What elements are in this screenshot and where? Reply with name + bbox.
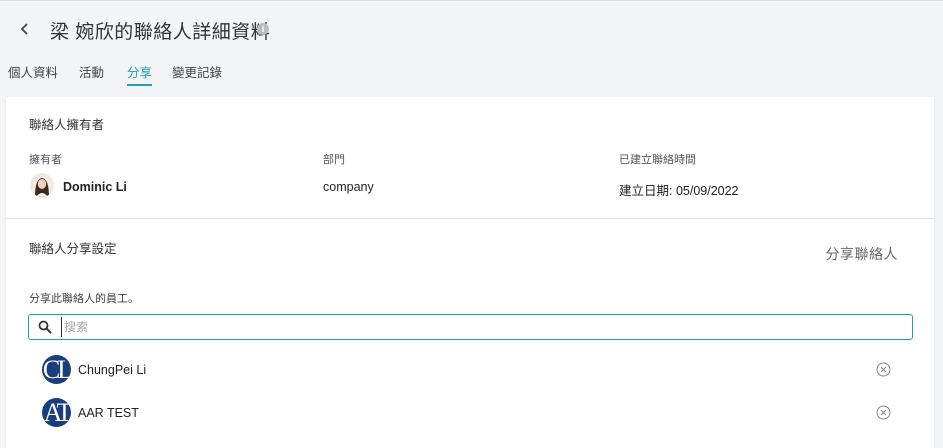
tab-activity[interactable]: 活動 xyxy=(79,62,104,86)
tab-profile[interactable]: 個人資料 xyxy=(8,62,58,86)
share-section-title: 聯絡人分享設定 xyxy=(29,242,117,256)
employee-name: ChungPei Li xyxy=(78,363,147,377)
tab-sharing[interactable]: 分享 xyxy=(127,62,153,86)
search-icon xyxy=(38,320,52,334)
list-item: AT AAR TEST xyxy=(6,396,934,430)
created-date-value: 建立日期: 05/09/2022 xyxy=(619,184,739,198)
avatar: AT xyxy=(42,398,71,427)
department-column-label: 部門 xyxy=(323,154,345,166)
remove-circle-icon[interactable] xyxy=(876,362,891,377)
department-value: company xyxy=(323,180,374,194)
search-input[interactable] xyxy=(61,317,901,337)
owner-avatar xyxy=(30,173,54,197)
employee-name: AAR TEST xyxy=(78,406,139,420)
chevron-left-icon xyxy=(20,23,28,35)
share-contact-button[interactable]: 分享聯絡人 xyxy=(826,244,899,264)
owner-section-title: 聯絡人擁有者 xyxy=(29,118,105,132)
sharing-card: 聯絡人擁有者 擁有者 部門 已建立聯絡時間 Dominic Li company… xyxy=(6,97,934,448)
page-header: 梁 婉欣的聯絡人詳細資料 i xyxy=(0,1,943,59)
page-title: 梁 婉欣的聯絡人詳細資料 xyxy=(50,22,271,43)
section-divider xyxy=(6,218,934,219)
info-icon[interactable]: i xyxy=(257,23,269,35)
remove-circle-icon[interactable] xyxy=(876,405,891,420)
avatar: CL xyxy=(42,355,71,384)
share-description: 分享此聯絡人的員工。 xyxy=(29,293,139,305)
owner-column-label: 擁有者 xyxy=(29,154,62,166)
tab-change-log[interactable]: 變更記錄 xyxy=(172,62,222,86)
back-button[interactable] xyxy=(14,18,36,40)
created-column-label: 已建立聯絡時間 xyxy=(619,154,696,166)
owner-name: Dominic Li xyxy=(63,180,127,194)
list-item: CL ChungPei Li xyxy=(6,353,934,387)
search-box xyxy=(28,314,913,340)
